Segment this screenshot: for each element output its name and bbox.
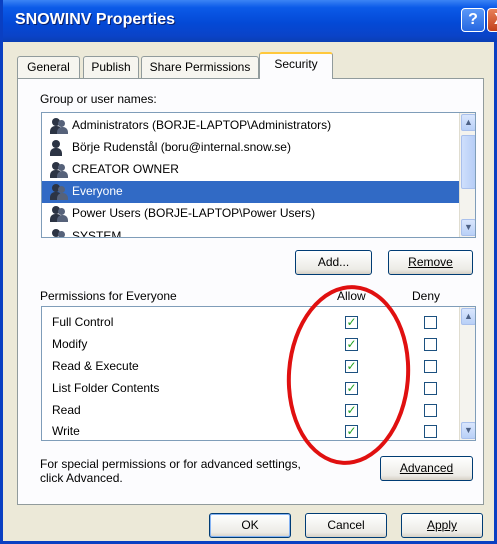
cancel-button-label: Cancel	[327, 518, 365, 532]
user-icon	[50, 140, 68, 156]
properties-dialog: SNOWINV Properties ? X General Publish S…	[0, 0, 497, 544]
remove-button[interactable]: Remove	[388, 250, 473, 275]
tab-share-permissions[interactable]: Share Permissions	[141, 56, 259, 78]
permission-name: Read & Execute	[52, 359, 139, 373]
allow-column-header: Allow	[337, 289, 366, 303]
table-row: Read ✓	[42, 400, 460, 422]
tab-share-permissions-label: Share Permissions	[149, 60, 251, 74]
list-item[interactable]: SYSTEM	[42, 226, 460, 238]
group-icon	[50, 229, 68, 237]
allow-checkbox[interactable]: ✓	[345, 404, 358, 417]
add-button-label: Add...	[317, 255, 350, 269]
scroll-down-icon[interactable]: ▼	[461, 422, 475, 439]
tab-publish[interactable]: Publish	[83, 56, 139, 78]
permission-name: Read	[52, 403, 81, 417]
deny-checkbox[interactable]	[424, 382, 437, 395]
deny-checkbox[interactable]	[424, 425, 437, 438]
user-list-scrollbar[interactable]: ▲ ▼	[459, 113, 475, 237]
tab-general[interactable]: General	[17, 56, 80, 78]
allow-checkbox[interactable]: ✓	[345, 382, 358, 395]
deny-checkbox[interactable]	[424, 338, 437, 351]
window-title: SNOWINV Properties	[15, 11, 176, 28]
allow-checkbox[interactable]: ✓	[345, 360, 358, 373]
permission-name: List Folder Contents	[52, 381, 160, 395]
user-name: CREATOR OWNER	[72, 162, 179, 176]
group-icon	[50, 206, 68, 222]
advanced-button-label: Advanced	[399, 461, 454, 475]
list-item[interactable]: Börje Rudenstål (boru@internal.snow.se)	[42, 137, 460, 159]
permissions-list: Full Control ✓ Modify ✓ Read & Execute ✓…	[41, 306, 476, 441]
list-item-selected[interactable]: Everyone	[42, 181, 460, 203]
group-names-label: Group or user names:	[40, 92, 157, 106]
scroll-up-icon[interactable]: ▲	[461, 308, 475, 325]
tab-publish-label: Publish	[91, 60, 131, 74]
title-bar[interactable]: SNOWINV Properties ? X	[3, 0, 497, 42]
group-icon	[50, 184, 68, 200]
table-row: List Folder Contents ✓	[42, 378, 460, 400]
help-icon: ?	[468, 11, 478, 28]
tab-general-label: General	[27, 60, 70, 74]
deny-checkbox[interactable]	[424, 360, 437, 373]
list-item[interactable]: CREATOR OWNER	[42, 159, 460, 181]
table-row: Write ✓	[42, 421, 460, 440]
remove-button-label: Remove	[408, 255, 453, 269]
user-name: Börje Rudenstål (boru@internal.snow.se)	[72, 140, 291, 154]
group-icon	[50, 118, 68, 134]
table-row: Full Control ✓	[42, 312, 460, 334]
apply-button[interactable]: Apply	[401, 513, 483, 538]
permission-name: Write	[52, 424, 80, 438]
tab-security-label: Security	[274, 57, 318, 71]
permissions-label: Permissions for Everyone	[40, 289, 177, 303]
user-name: Everyone	[72, 184, 123, 198]
table-row: Read & Execute ✓	[42, 356, 460, 378]
user-name: SYSTEM	[72, 229, 122, 238]
deny-checkbox[interactable]	[424, 316, 437, 329]
scroll-up-icon[interactable]: ▲	[461, 114, 475, 131]
advanced-hint-line2: click Advanced.	[40, 471, 123, 485]
allow-checkbox[interactable]: ✓	[345, 316, 358, 329]
advanced-hint-line1: For special permissions or for advanced …	[40, 457, 301, 471]
advanced-button[interactable]: Advanced	[380, 456, 473, 481]
close-button[interactable]: X	[487, 8, 497, 32]
scroll-down-icon[interactable]: ▼	[461, 219, 475, 236]
help-button[interactable]: ?	[461, 8, 485, 32]
ok-button[interactable]: OK	[209, 513, 291, 538]
apply-button-label: Apply	[426, 518, 458, 532]
allow-checkbox[interactable]: ✓	[345, 425, 358, 438]
ok-button-label: OK	[241, 518, 259, 532]
scroll-thumb[interactable]	[461, 135, 475, 189]
deny-column-header: Deny	[412, 289, 441, 303]
list-item[interactable]: Administrators (BORJE-LAPTOP\Administrat…	[42, 115, 460, 137]
allow-checkbox[interactable]: ✓	[345, 338, 358, 351]
group-icon	[50, 162, 68, 178]
user-name: Power Users (BORJE-LAPTOP\Power Users)	[72, 206, 316, 220]
table-row: Modify ✓	[42, 334, 460, 356]
tab-security[interactable]: Security	[259, 52, 333, 79]
permission-name: Full Control	[52, 315, 114, 329]
permissions-scrollbar[interactable]: ▲ ▼	[459, 307, 475, 440]
list-item[interactable]: Power Users (BORJE-LAPTOP\Power Users)	[42, 203, 460, 225]
user-name: Administrators (BORJE-LAPTOP\Administrat…	[72, 118, 332, 132]
cancel-button[interactable]: Cancel	[305, 513, 387, 538]
permission-name: Modify	[52, 337, 88, 351]
add-button[interactable]: Add...	[295, 250, 372, 275]
user-list[interactable]: Administrators (BORJE-LAPTOP\Administrat…	[41, 112, 476, 238]
deny-checkbox[interactable]	[424, 404, 437, 417]
